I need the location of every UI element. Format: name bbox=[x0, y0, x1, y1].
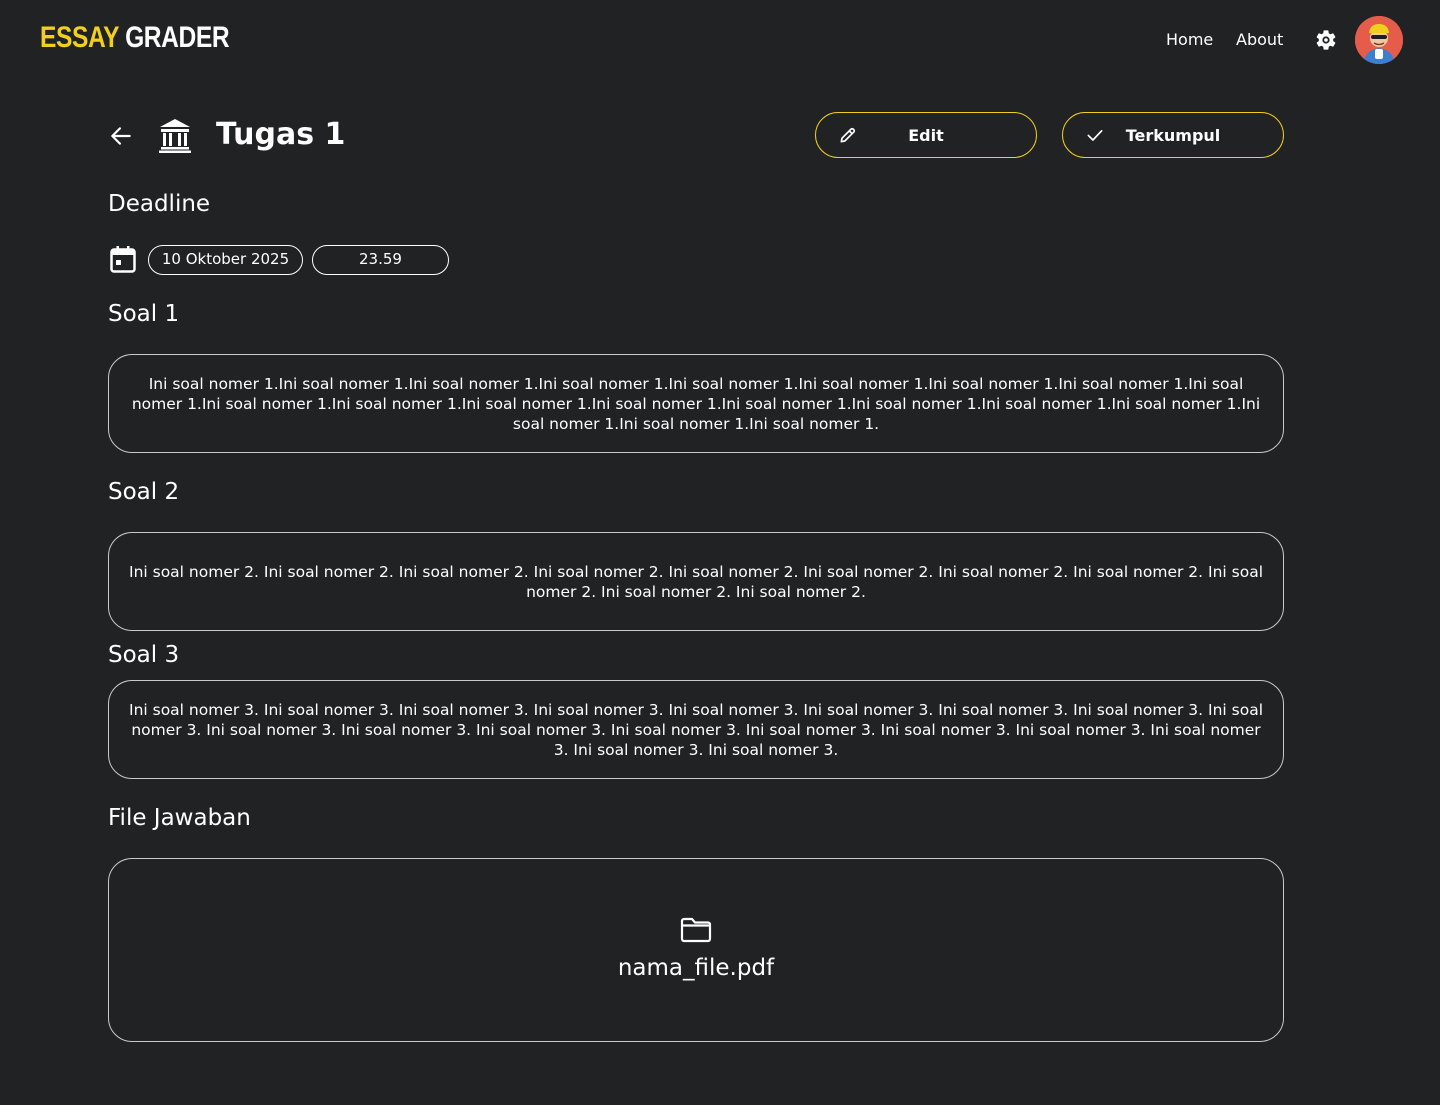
status-submitted-button[interactable]: Terkumpul bbox=[1062, 112, 1284, 158]
logo-part-2: GRADER bbox=[125, 21, 230, 54]
page-title: Tugas 1 bbox=[216, 117, 346, 152]
question-2-heading: Soal 2 bbox=[108, 479, 180, 505]
question-1-text: Ini soal nomer 1.Ini soal nomer 1.Ini so… bbox=[131, 374, 1261, 433]
arrow-left-icon[interactable] bbox=[108, 123, 134, 149]
nav-about-link[interactable]: About bbox=[1236, 30, 1283, 50]
assignment-header: Tugas 1 Edit Terkumpul bbox=[108, 110, 1284, 160]
gear-icon[interactable] bbox=[1314, 28, 1338, 52]
question-2-card: Ini soal nomer 2. Ini soal nomer 2. Ini … bbox=[108, 532, 1284, 631]
question-3-text: Ini soal nomer 3. Ini soal nomer 3. Ini … bbox=[129, 700, 1263, 759]
deadline-heading: Deadline bbox=[108, 191, 211, 217]
calendar-icon bbox=[110, 246, 136, 273]
answer-file-name: nama_file.pdf bbox=[617, 955, 775, 981]
pencil-icon bbox=[840, 127, 856, 143]
question-3-card: Ini soal nomer 3. Ini soal nomer 3. Ini … bbox=[108, 680, 1284, 779]
answer-file-heading: File Jawaban bbox=[108, 805, 251, 831]
check-icon bbox=[1087, 130, 1103, 141]
top-navbar: ESSAY GRADER Home About bbox=[0, 0, 1440, 80]
question-1-heading: Soal 1 bbox=[108, 301, 180, 327]
logo-part-1: ESSAY bbox=[40, 21, 119, 54]
avatar-illustration-icon bbox=[1355, 16, 1403, 64]
deadline-date-field[interactable]: 10 Oktober 2025 bbox=[148, 245, 303, 275]
folder-icon bbox=[680, 917, 712, 943]
question-2-text: Ini soal nomer 2. Ini soal nomer 2. Ini … bbox=[129, 562, 1263, 601]
bank-icon bbox=[159, 119, 191, 153]
deadline-time-field[interactable]: 23.59 bbox=[312, 245, 449, 275]
edit-button[interactable]: Edit bbox=[815, 112, 1037, 158]
answer-file-card[interactable]: nama_file.pdf bbox=[108, 858, 1284, 1042]
question-1-card: Ini soal nomer 1.Ini soal nomer 1.Ini so… bbox=[108, 354, 1284, 453]
user-avatar[interactable] bbox=[1355, 16, 1403, 64]
nav-home-link[interactable]: Home bbox=[1166, 30, 1213, 50]
question-3-heading: Soal 3 bbox=[108, 642, 180, 668]
app-logo[interactable]: ESSAY GRADER bbox=[40, 19, 230, 57]
